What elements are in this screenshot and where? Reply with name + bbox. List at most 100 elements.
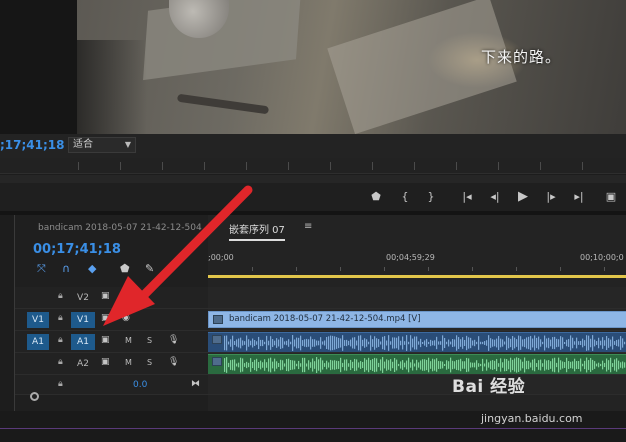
lock-icon[interactable]: 🔒︎	[58, 379, 63, 389]
track-area-v1[interactable]: bandicam 2018-05-07 21-42-12-504.mp4 [V]	[208, 309, 626, 330]
video-preview: 下来的路。	[77, 0, 626, 134]
solo-button[interactable]: S	[147, 358, 152, 367]
track-area-v2[interactable]	[208, 287, 626, 308]
waveform-bar	[430, 361, 432, 369]
out-point-icon[interactable]: }	[422, 188, 440, 206]
go-to-in-icon[interactable]: |◂	[458, 188, 476, 206]
waveform-bar	[346, 359, 348, 371]
waveform-bar	[290, 341, 292, 345]
audio-clip-a1[interactable]	[208, 332, 626, 352]
waveform-bar	[282, 360, 284, 370]
waveform-bar	[614, 359, 616, 371]
waveform-bar	[244, 363, 246, 367]
track-area-a2[interactable]	[208, 353, 626, 374]
waveform-bar	[548, 360, 550, 370]
lock-icon[interactable]: 🔒︎	[58, 335, 63, 345]
microphone-icon[interactable]: 🎙︎	[168, 357, 179, 367]
waveform-bar	[600, 340, 602, 346]
tab-source-sequence[interactable]: bandicam 2018-05-07 21-42-12-504	[38, 223, 202, 233]
zoom-scroll-handle[interactable]	[30, 392, 39, 401]
source-patch-v1[interactable]: V1	[27, 312, 49, 328]
play-icon[interactable]: ▶	[514, 188, 532, 206]
audio-clip-a2[interactable]	[208, 354, 626, 374]
zoom-dropdown[interactable]: 适合 ▼	[68, 137, 136, 153]
waveform-bar	[414, 336, 416, 350]
export-frame-icon[interactable]: ▣	[602, 188, 620, 206]
track-name-a2[interactable]: A2	[71, 356, 95, 372]
waveform-bar	[562, 337, 564, 349]
mute-button[interactable]: M	[125, 358, 132, 367]
track-name-v1[interactable]: V1	[71, 312, 95, 328]
work-area-bar[interactable]	[208, 275, 626, 278]
sync-lock-icon[interactable]: ▣	[101, 313, 110, 323]
sync-lock-icon[interactable]: ▣	[101, 335, 110, 345]
waveform-bar	[464, 339, 466, 347]
waveform-bar	[560, 336, 562, 350]
add-marker-icon[interactable]: ⬟	[120, 262, 130, 275]
waveform-bar	[416, 336, 418, 350]
go-to-out-icon[interactable]: ▸|	[570, 188, 588, 206]
waveform-bar	[352, 337, 354, 349]
waveform-bar	[428, 357, 430, 373]
track-area-a1[interactable]	[208, 331, 626, 352]
go-to-end-icon[interactable]: ⧓	[191, 379, 200, 389]
marker-icon[interactable]: ⬟	[367, 188, 385, 206]
lock-icon[interactable]: 🔒︎	[58, 313, 63, 323]
waveform-bar	[228, 341, 230, 345]
waveform-bar	[302, 357, 304, 373]
wrench-icon[interactable]: ✎	[145, 262, 154, 275]
waveform-bar	[272, 339, 274, 347]
sync-lock-icon[interactable]: ▣	[101, 291, 110, 301]
waveform-bar	[588, 335, 590, 351]
waveform-bar	[286, 358, 288, 372]
waveform-bar	[376, 338, 378, 348]
source-patch-a1[interactable]: A1	[27, 334, 49, 350]
waveform-bar	[326, 336, 328, 350]
waveform-bar	[558, 357, 560, 373]
track-name-a1[interactable]: A1	[71, 334, 95, 350]
master-volume[interactable]: 0.0	[133, 380, 147, 390]
lock-icon[interactable]: 🔒︎	[58, 357, 63, 367]
mute-button[interactable]: M	[125, 336, 132, 345]
eye-icon[interactable]: ◉	[122, 313, 130, 323]
video-clip[interactable]: bandicam 2018-05-07 21-42-12-504.mp4 [V]	[208, 311, 626, 328]
sync-lock-icon[interactable]: ▣	[101, 357, 110, 367]
waveform-bar	[320, 357, 322, 373]
track-name-v2[interactable]: V2	[71, 290, 95, 306]
waveform-bar	[330, 335, 332, 351]
waveform-bar	[274, 358, 276, 372]
waveform-bar	[340, 357, 342, 373]
playhead-timecode[interactable]: ;17;41;18	[0, 138, 65, 152]
panel-menu-icon[interactable]: ≡	[304, 221, 312, 232]
step-back-icon[interactable]: ◂|	[486, 188, 504, 206]
waveform-bar	[514, 358, 516, 372]
waveform-bar	[304, 357, 306, 373]
waveform-bar	[394, 357, 396, 373]
tab-nested-sequence[interactable]: 嵌套序列 07	[229, 221, 285, 241]
waveform-bar	[402, 360, 404, 370]
timeline-ruler[interactable]: ;00;00 00;04;59;29 00;10;00;0	[208, 245, 626, 275]
waveform-bar	[528, 360, 530, 370]
waveform-bar	[328, 362, 330, 368]
solo-button[interactable]: S	[147, 336, 152, 345]
timeline-timecode[interactable]: 00;17;41;18	[33, 242, 121, 257]
waveform-bar	[234, 341, 236, 345]
nest-icon[interactable]: ⤧	[37, 262, 46, 276]
waveform-bar	[468, 358, 470, 372]
waveform-bar	[366, 339, 368, 347]
waveform-bar	[500, 338, 502, 348]
lock-icon[interactable]: 🔒︎	[58, 291, 63, 301]
snap-icon[interactable]: ∩	[62, 262, 70, 275]
in-point-icon[interactable]: {	[396, 188, 414, 206]
monitor-ruler[interactable]	[0, 158, 626, 174]
monitor-scrub-bar[interactable]	[0, 175, 626, 183]
step-forward-icon[interactable]: |▸	[542, 188, 560, 206]
waveform-bar	[618, 360, 620, 370]
waveform-bar	[314, 361, 316, 369]
linked-selection-icon[interactable]: ◆	[88, 262, 96, 275]
waveform-bar	[546, 338, 548, 348]
microphone-icon[interactable]: 🎙︎	[168, 335, 179, 345]
waveform-bar	[230, 339, 232, 347]
waveform-bar	[228, 362, 230, 368]
waveform-bar	[624, 341, 626, 345]
